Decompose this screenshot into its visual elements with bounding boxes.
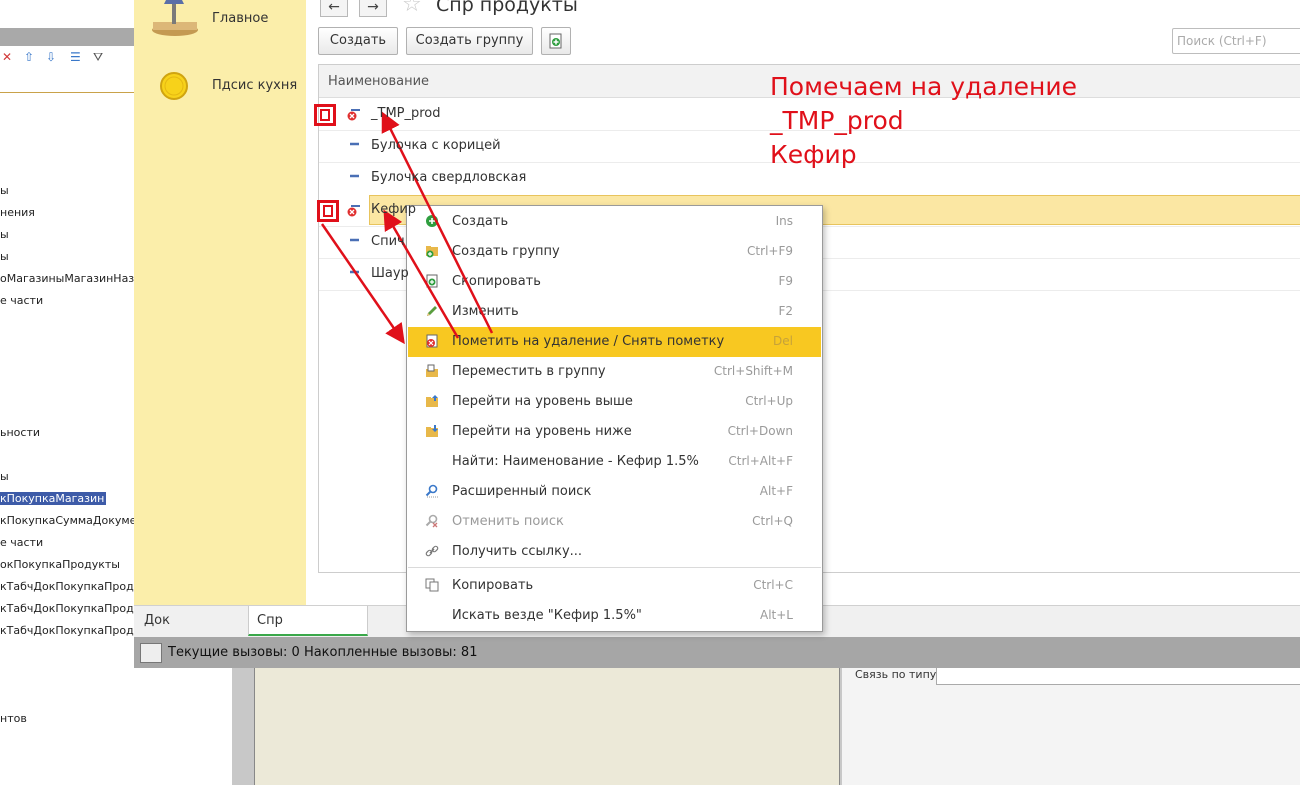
row-name: Спич bbox=[371, 234, 405, 249]
row-name: Кефир bbox=[371, 202, 417, 217]
row-name: Булочка свердловская bbox=[371, 170, 527, 185]
row-name: Булочка с корицей bbox=[371, 138, 501, 153]
row-name: _TMP_prod bbox=[371, 106, 441, 121]
annotation-arrows bbox=[320, 111, 494, 345]
row-name: Шаур bbox=[371, 266, 409, 281]
